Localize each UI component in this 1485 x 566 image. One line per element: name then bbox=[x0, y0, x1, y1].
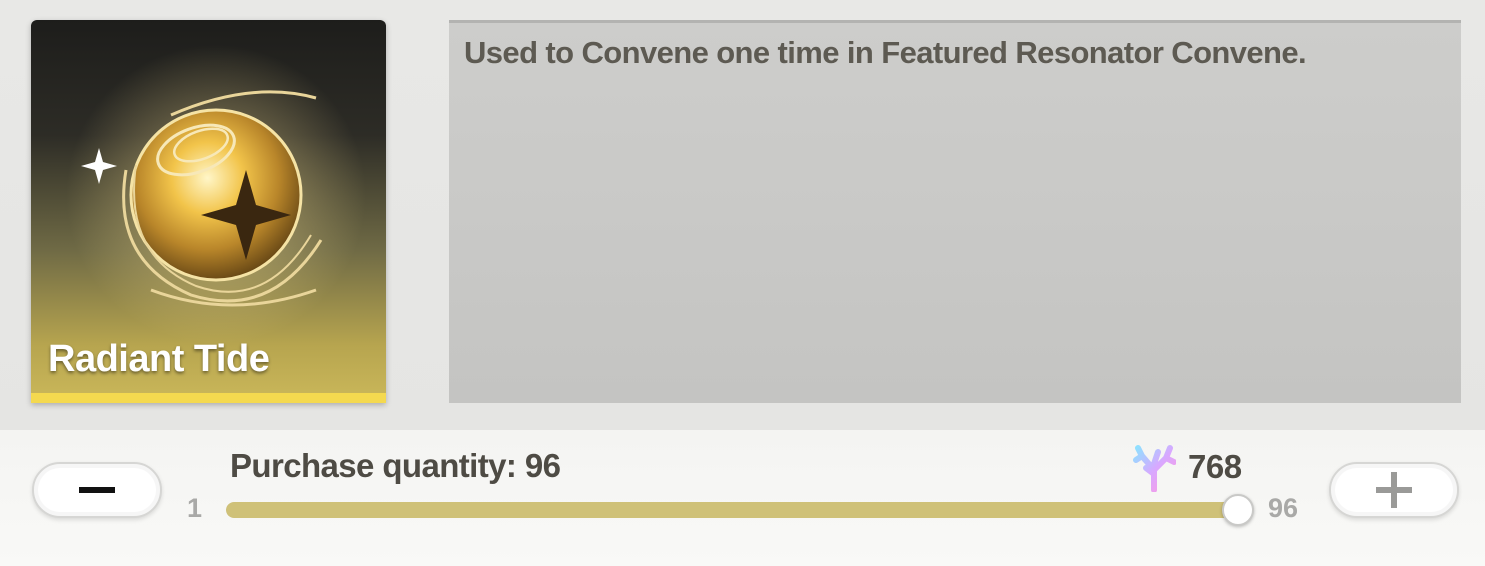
quantity-slider-fill bbox=[226, 502, 1238, 518]
purchase-quantity-label: Purchase quantity: 96 bbox=[230, 447, 561, 484]
item-card: Radiant Tide bbox=[31, 20, 386, 403]
item-name: Radiant Tide bbox=[48, 338, 270, 380]
minus-icon bbox=[79, 487, 115, 493]
cost-value: 768 bbox=[1188, 448, 1242, 485]
slider-min-label: 1 bbox=[187, 493, 203, 523]
decrease-quantity-button[interactable] bbox=[32, 462, 162, 518]
coral-icon bbox=[1133, 445, 1176, 492]
purchase-controls-area bbox=[0, 430, 1485, 566]
quantity-slider-thumb[interactable] bbox=[1222, 494, 1254, 526]
description-panel: Used to Convene one time in Featured Res… bbox=[449, 20, 1461, 403]
quantity-slider-track[interactable] bbox=[226, 502, 1238, 518]
plus-icon bbox=[1376, 472, 1412, 508]
item-description: Used to Convene one time in Featured Res… bbox=[464, 35, 1307, 70]
slider-max-label: 96 bbox=[1268, 493, 1299, 523]
rarity-strip bbox=[31, 393, 386, 403]
increase-quantity-button[interactable] bbox=[1329, 462, 1459, 518]
